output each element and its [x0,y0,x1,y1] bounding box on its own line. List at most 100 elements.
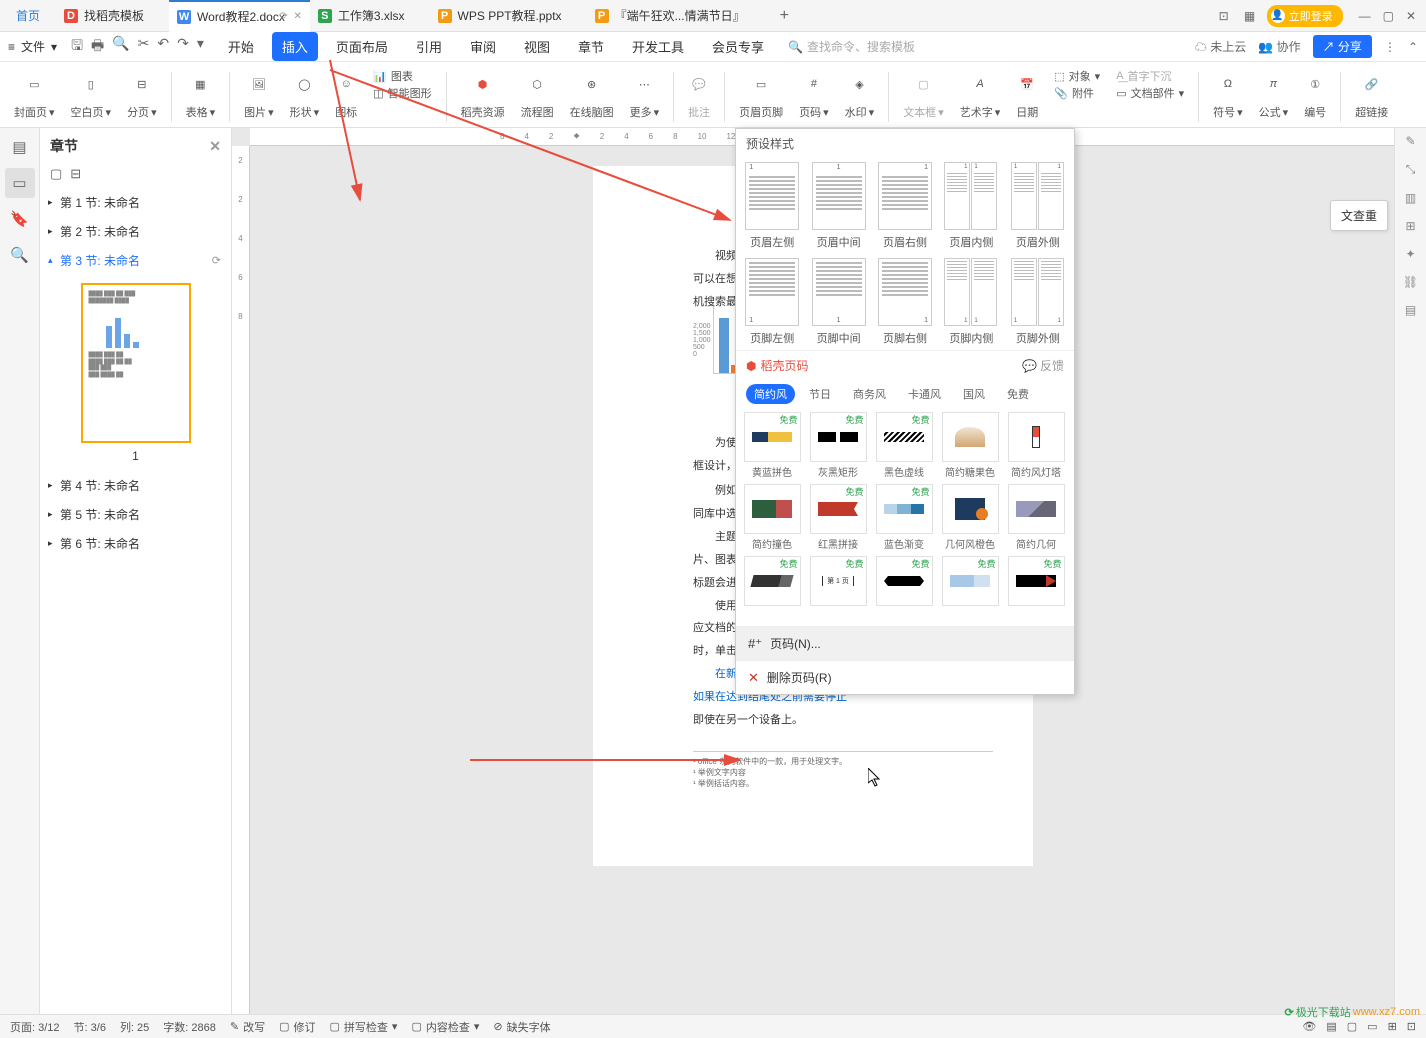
ribbon-hyperlink[interactable]: 🔗超链接 [1349,66,1394,120]
tab-sheet[interactable]: S 工作簿3.xlsx [310,0,430,32]
print-icon[interactable]: 🖶 [91,35,104,59]
apps-icon[interactable]: ▦ [1241,7,1259,25]
tpl-item[interactable]: 免费灰黑矩形 [808,412,868,478]
tag-cartoon[interactable]: 卡通风 [900,384,949,404]
scissors-icon[interactable]: ✂ [138,35,150,59]
login-button[interactable]: 👤 立即登录 [1267,5,1343,27]
tpl-item[interactable]: 免费黑色虚线 [874,412,934,478]
ribbon-wordart[interactable]: A艺术字▾ [954,66,1007,120]
refresh-icon[interactable]: ⟳ [212,254,221,267]
ribbon-picture[interactable]: 🖼图片▾ [238,66,280,120]
ribbon-attach[interactable]: 📎 附件 [1054,85,1100,101]
tpl-item[interactable]: 简约风灯塔 [1006,412,1066,478]
dd-header-inner[interactable]: 11页眉内侧 [941,162,1001,250]
feedback-button[interactable]: 💬 反馈 [1022,357,1064,374]
ribbon-date[interactable]: 📅日期 [1010,66,1044,120]
minimize-button[interactable]: — [1359,9,1371,23]
tab-ppt2[interactable]: P 『端午狂欢...情满节日』 [587,0,770,32]
refresh-icon[interactable]: ⟳ [279,11,287,22]
ribbon-cover[interactable]: ▭封面页▾ [8,66,61,120]
section-item[interactable]: ▸第 1 节: 未命名 [40,188,231,217]
ribbon-resource[interactable]: ⬢稻壳资源 [455,66,511,120]
status-section[interactable]: 节: 3/6 [74,1019,106,1035]
status-font[interactable]: ⊘ 缺失字体 [493,1019,550,1035]
ribbon-flow[interactable]: ⬡流程图 [515,66,560,120]
save-icon[interactable]: 🖫 [71,35,83,59]
rb-chain-icon[interactable]: ⛓ [1403,275,1418,289]
ribbon-textbox[interactable]: ▢文本框▾ [897,66,950,120]
dd-footer-inner[interactable]: 11页脚内侧 [941,258,1001,346]
tpl-item[interactable]: 简约几何 [1006,484,1066,550]
menu-tab-layout[interactable]: 页面布局 [326,32,398,61]
ribbon-more[interactable]: ⋯更多▾ [624,66,666,120]
tab-home[interactable]: 首页 [0,0,56,32]
leftbar-doc-icon[interactable]: ▤ [5,132,35,162]
tpl-item[interactable]: 免费黄蓝拼色 [742,412,802,478]
close-icon[interactable]: ✕ [293,11,301,22]
menu-tab-section[interactable]: 章节 [568,32,614,61]
close-button[interactable]: ✕ [1406,9,1416,23]
rb-palette-icon[interactable]: ▥ [1405,191,1416,205]
menu-tab-start[interactable]: 开始 [218,32,264,61]
new-tab-button[interactable]: + [770,7,799,25]
view-web-icon[interactable]: ▭ [1367,1020,1377,1033]
section-item[interactable]: ▸第 2 节: 未命名 [40,217,231,246]
ribbon-symbol[interactable]: Ω符号▾ [1207,66,1249,120]
status-page[interactable]: 页面: 3/12 [10,1019,60,1035]
tpl-item[interactable]: 几何风橙色 [940,484,1000,550]
maximize-button[interactable]: ▢ [1383,9,1394,23]
section-item[interactable]: ▸第 6 节: 未命名 [40,529,231,558]
ribbon-dropcap[interactable]: A͟ 首字下沉 [1116,68,1184,84]
ribbon-smartart[interactable]: ◫ 智能图形 [373,85,431,101]
dd-header-outer[interactable]: 11页眉外侧 [1008,162,1068,250]
chevron-down-icon[interactable]: ▾ [197,35,204,59]
section-item-active[interactable]: ▴第 3 节: 未命名⟳ [40,246,231,275]
view-read-icon[interactable]: ▤ [1326,1020,1336,1033]
ribbon-watermark[interactable]: ◈水印▾ [839,66,881,120]
rb-settings-icon[interactable]: ⊞ [1405,219,1415,233]
status-spell[interactable]: ▢ 拼写检查 ▾ [330,1019,398,1035]
tool-expand-icon[interactable]: ▢ [50,166,62,182]
ribbon-blank[interactable]: ▯空白页▾ [65,66,118,120]
rb-pencil-icon[interactable]: ✎ [1405,134,1415,148]
tpl-item[interactable]: 免费 [940,556,1000,622]
dd-header-left[interactable]: 1页眉左侧 [742,162,802,250]
dd-footer-outer[interactable]: 11页脚外侧 [1008,258,1068,346]
ribbon-docparts[interactable]: ▭ 文档部件▾ [1116,85,1184,101]
view-page-icon[interactable]: ▢ [1347,1020,1357,1033]
rb-book-icon[interactable]: ▤ [1405,303,1416,317]
undo-icon[interactable]: ↶ [157,35,169,59]
tag-free[interactable]: 免费 [999,384,1037,404]
ribbon-shape[interactable]: ◯形状▾ [284,66,326,120]
menu-tab-reference[interactable]: 引用 [406,32,452,61]
collapse-ribbon-icon[interactable]: ⌃ [1408,40,1418,54]
leftbar-search-icon[interactable]: 🔍 [5,240,35,270]
status-words[interactable]: 字数: 2868 [163,1019,216,1035]
float-check-button[interactable]: 文查重 [1330,200,1388,231]
collab-button[interactable]: 👥 协作 [1258,38,1300,55]
ribbon-table[interactable]: ▦表格▾ [180,66,222,120]
tab-word[interactable]: W Word教程2.docx ⟳ ✕ [169,0,310,32]
menu-search[interactable]: 🔍 查找命令、搜索模板 [788,38,915,55]
tag-business[interactable]: 商务风 [845,384,894,404]
ribbon-break[interactable]: ⊟分页▾ [121,66,163,120]
tab-ppt1[interactable]: P WPS PPT教程.pptx [430,0,587,32]
menu-tab-insert[interactable]: 插入 [272,32,318,61]
close-sidebar-icon[interactable]: ✕ [209,138,221,155]
dd-footer-right[interactable]: 1页脚右侧 [875,258,935,346]
tab-template[interactable]: D 找稻壳模板 [56,0,169,32]
tool-collapse-icon[interactable]: ⊟ [70,166,81,182]
tag-festival[interactable]: 节日 [801,384,839,404]
ribbon-pagenumber[interactable]: #页码▾ [793,66,835,120]
share-button[interactable]: ↗ 分享 [1313,35,1372,58]
tpl-item[interactable]: 简约糖果色 [940,412,1000,478]
tag-national[interactable]: 国风 [955,384,993,404]
dd-header-right[interactable]: 1页眉右侧 [875,162,935,250]
section-item[interactable]: ▸第 4 节: 未命名 [40,471,231,500]
status-rewrite[interactable]: ✎ 改写 [230,1019,265,1035]
leftbar-nav-icon[interactable]: ▭ [5,168,35,198]
redo-icon[interactable]: ↷ [177,35,189,59]
tpl-item[interactable]: 免费 [742,556,802,622]
tpl-item[interactable]: 简约撞色 [742,484,802,550]
grid-icon[interactable]: ⊡ [1215,7,1233,25]
